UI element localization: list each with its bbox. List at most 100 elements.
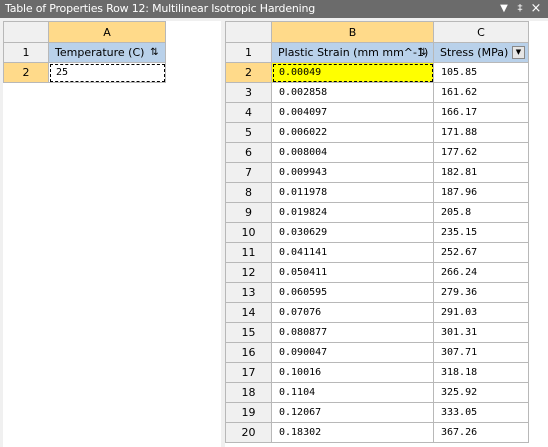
temperature-cell[interactable]: 25	[48, 62, 166, 83]
row-header[interactable]: 19	[225, 402, 272, 423]
stress-cell[interactable]: 291.03	[433, 302, 529, 323]
column-header-b[interactable]: B	[271, 21, 434, 43]
sort-icon[interactable]: ⇅	[148, 46, 161, 59]
table-row[interactable]: 2 0.00049 105.85	[225, 62, 529, 83]
sort-icon[interactable]: ⇅	[416, 46, 429, 59]
table-row[interactable]: 18 0.1104 325.92	[225, 382, 529, 403]
corner-cell[interactable]	[3, 21, 49, 43]
table-row[interactable]: 13 0.060595 279.36	[225, 282, 529, 303]
table-row[interactable]: 20 0.18302 367.26	[225, 422, 529, 443]
plastic-strain-cell[interactable]: 0.090047	[271, 342, 434, 363]
row-header[interactable]: 17	[225, 362, 272, 383]
stress-cell[interactable]: 266.24	[433, 262, 529, 283]
stress-cell[interactable]: 325.92	[433, 382, 529, 403]
stress-cell[interactable]: 166.17	[433, 102, 529, 123]
stress-cell[interactable]: 333.05	[433, 402, 529, 423]
table-row[interactable]: 7 0.009943 182.81	[225, 162, 529, 183]
stress-cell[interactable]: 252.67	[433, 242, 529, 263]
table-row[interactable]: 11 0.041141 252.67	[225, 242, 529, 263]
row-header[interactable]: 14	[225, 302, 272, 323]
stress-cell[interactable]: 367.26	[433, 422, 529, 443]
plastic-strain-cell[interactable]: 0.10016	[271, 362, 434, 383]
plastic-strain-cell[interactable]: 0.18302	[271, 422, 434, 443]
table-row[interactable]: 14 0.07076 291.03	[225, 302, 529, 323]
stress-column-label[interactable]: Stress (MPa) ▼	[433, 42, 529, 63]
stress-cell[interactable]: 177.62	[433, 142, 529, 163]
window-title: Table of Properties Row 12: Multilinear …	[5, 2, 316, 15]
corner-cell[interactable]	[225, 21, 272, 43]
row-header[interactable]: 9	[225, 202, 272, 223]
plastic-strain-cell[interactable]: 0.011978	[271, 182, 434, 203]
hardening-table-body: 2 0.00049 105.85 3 0.002858 161.62 4 0.004097 16…	[225, 62, 529, 443]
column-header-a[interactable]: A	[48, 21, 166, 43]
row-header[interactable]: 3	[225, 82, 272, 103]
row-header[interactable]: 20	[225, 422, 272, 443]
table-row[interactable]: 17 0.10016 318.18	[225, 362, 529, 383]
plastic-strain-cell[interactable]: 0.006022	[271, 122, 434, 143]
table-row[interactable]: 5 0.006022 171.88	[225, 122, 529, 143]
row-header[interactable]: 6	[225, 142, 272, 163]
plastic-strain-cell[interactable]: 0.002858	[271, 82, 434, 103]
pin-icon[interactable]: ‡	[513, 1, 527, 16]
row-header[interactable]: 1	[225, 42, 272, 63]
plastic-strain-cell[interactable]: 0.009943	[271, 162, 434, 183]
table-row[interactable]: 15 0.080877 301.31	[225, 322, 529, 343]
table-row[interactable]: 6 0.008004 177.62	[225, 142, 529, 163]
plastic-strain-cell[interactable]: 0.07076	[271, 302, 434, 323]
plastic-strain-cell[interactable]: 0.030629	[271, 222, 434, 243]
table-row[interactable]: 12 0.050411 266.24	[225, 262, 529, 283]
stress-cell[interactable]: 279.36	[433, 282, 529, 303]
row-header[interactable]: 13	[225, 282, 272, 303]
stress-cell[interactable]: 171.88	[433, 122, 529, 143]
plastic-strain-column-label[interactable]: Plastic Strain (mm mm^-1) ⇅	[271, 42, 434, 63]
plastic-strain-cell[interactable]: 0.004097	[271, 102, 434, 123]
plastic-strain-cell[interactable]: 0.041141	[271, 242, 434, 263]
plastic-strain-label-text: Plastic Strain (mm mm^-1)	[278, 46, 429, 59]
table-row[interactable]: 16 0.090047 307.71	[225, 342, 529, 363]
row-header[interactable]: 12	[225, 262, 272, 283]
plastic-strain-cell[interactable]: 0.12067	[271, 402, 434, 423]
plastic-strain-cell[interactable]: 0.008004	[271, 142, 434, 163]
stress-label-text: Stress (MPa)	[440, 46, 509, 59]
stress-cell[interactable]: 307.71	[433, 342, 529, 363]
temperature-table-pane[interactable]: A 1 Temperature (C) ⇅ 2 25	[3, 21, 221, 447]
plastic-strain-cell[interactable]: 0.060595	[271, 282, 434, 303]
dropdown-menu-icon[interactable]: ▼	[497, 1, 511, 16]
row-header[interactable]: 8	[225, 182, 272, 203]
column-header-c[interactable]: C	[433, 21, 529, 43]
dropdown-arrow-icon[interactable]: ▼	[512, 46, 525, 59]
table-row[interactable]: 4 0.004097 166.17	[225, 102, 529, 123]
stress-cell[interactable]: 301.31	[433, 322, 529, 343]
table-row[interactable]: 10 0.030629 235.15	[225, 222, 529, 243]
stress-cell[interactable]: 182.81	[433, 162, 529, 183]
plastic-strain-cell[interactable]: 0.00049	[271, 62, 434, 83]
plastic-strain-cell[interactable]: 0.1104	[271, 382, 434, 403]
row-header-selected[interactable]: 2	[3, 62, 49, 83]
plastic-strain-cell[interactable]: 0.050411	[271, 262, 434, 283]
row-header[interactable]: 16	[225, 342, 272, 363]
table-row[interactable]: 19 0.12067 333.05	[225, 402, 529, 423]
table-row[interactable]: 9 0.019824 205.8	[225, 202, 529, 223]
temperature-column-label[interactable]: Temperature (C) ⇅	[48, 42, 166, 63]
row-header[interactable]: 15	[225, 322, 272, 343]
stress-cell[interactable]: 205.8	[433, 202, 529, 223]
row-header[interactable]: 11	[225, 242, 272, 263]
table-row[interactable]: 3 0.002858 161.62	[225, 82, 529, 103]
table-row[interactable]: 8 0.011978 187.96	[225, 182, 529, 203]
row-header[interactable]: 7	[225, 162, 272, 183]
stress-cell[interactable]: 318.18	[433, 362, 529, 383]
stress-cell[interactable]: 105.85	[433, 62, 529, 83]
plastic-strain-cell[interactable]: 0.080877	[271, 322, 434, 343]
row-header[interactable]: 5	[225, 122, 272, 143]
row-header[interactable]: 2	[225, 62, 272, 83]
row-header[interactable]: 18	[225, 382, 272, 403]
row-header[interactable]: 4	[225, 102, 272, 123]
stress-cell[interactable]: 235.15	[433, 222, 529, 243]
stress-cell[interactable]: 161.62	[433, 82, 529, 103]
close-icon[interactable]: ×	[529, 1, 543, 16]
row-header[interactable]: 1	[3, 42, 49, 63]
stress-cell[interactable]: 187.96	[433, 182, 529, 203]
plastic-strain-cell[interactable]: 0.019824	[271, 202, 434, 223]
row-header[interactable]: 10	[225, 222, 272, 243]
hardening-table-pane[interactable]: B C 1 Plastic Strain (mm mm^-1) ⇅ Stress…	[225, 21, 548, 447]
